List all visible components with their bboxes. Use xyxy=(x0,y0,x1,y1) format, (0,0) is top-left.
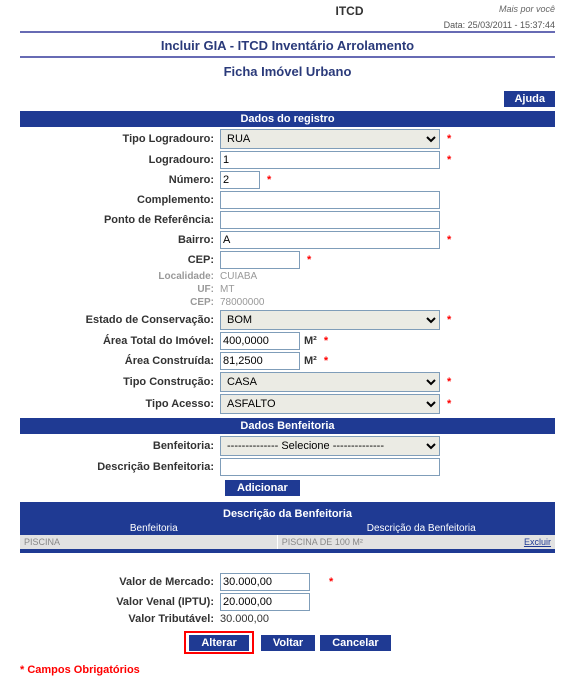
required-icon: * xyxy=(267,174,271,186)
unit-m2: M² xyxy=(304,355,317,367)
alterar-button[interactable]: Alterar xyxy=(189,635,248,651)
label-estado-cons: Estado de Conservação: xyxy=(20,314,220,326)
required-icon: * xyxy=(447,154,451,166)
cell-benfeitoria: PISCINA xyxy=(20,535,277,549)
table-row: PISCINA PISCINA DE 100 M² Excluir xyxy=(20,535,555,549)
th-benfeitoria: Benfeitoria xyxy=(20,522,288,535)
required-icon: * xyxy=(329,576,333,588)
value-cep-ro: 78000000 xyxy=(220,297,265,308)
value-valor-trib: 30.000,00 xyxy=(220,613,555,625)
input-bairro[interactable] xyxy=(220,231,440,249)
input-ponto-ref[interactable] xyxy=(220,211,440,229)
label-desc-benfeitoria: Descrição Benfeitoria: xyxy=(20,461,220,473)
required-icon: * xyxy=(324,355,328,367)
required-icon: * xyxy=(307,254,311,266)
select-tipo-const[interactable]: CASA xyxy=(220,372,440,392)
label-cep-ro: CEP: xyxy=(20,297,220,308)
unit-m2: M² xyxy=(304,335,317,347)
input-desc-benfeitoria[interactable] xyxy=(220,458,440,476)
value-uf: MT xyxy=(220,284,234,295)
input-complemento[interactable] xyxy=(220,191,440,209)
voltar-button[interactable]: Voltar xyxy=(261,635,315,651)
label-valor-trib: Valor Tributável: xyxy=(20,613,220,625)
input-valor-iptu[interactable] xyxy=(220,593,310,611)
label-valor-iptu: Valor Venal (IPTU): xyxy=(20,596,220,608)
section-desc-benfeitoria: Descrição da Benfeitoria xyxy=(20,506,555,522)
label-cep: CEP: xyxy=(20,254,220,266)
page-title: Incluir GIA - ITCD Inventário Arrolament… xyxy=(20,33,555,58)
label-area-total: Área Total do Imóvel: xyxy=(20,335,220,347)
label-tipo-const: Tipo Construção: xyxy=(20,376,220,388)
label-tipo-logradouro: Tipo Logradouro: xyxy=(20,133,220,145)
slogan-text: Mais por você xyxy=(499,4,555,14)
cancelar-button[interactable]: Cancelar xyxy=(320,635,390,651)
page-subtitle: Ficha Imóvel Urbano xyxy=(20,60,555,83)
select-benfeitoria[interactable]: -------------- Selecione -------------- xyxy=(220,436,440,456)
label-bairro: Bairro: xyxy=(20,234,220,246)
input-logradouro[interactable] xyxy=(220,151,440,169)
label-complemento: Complemento: xyxy=(20,194,220,206)
cell-desc: PISCINA DE 100 M² xyxy=(277,535,512,549)
required-icon: * xyxy=(324,335,328,347)
input-numero[interactable] xyxy=(220,171,260,189)
page-date: Data: 25/03/2011 - 15:37:44 xyxy=(20,20,555,30)
excluir-link[interactable]: Excluir xyxy=(524,537,551,547)
adicionar-button[interactable]: Adicionar xyxy=(225,480,300,496)
section-benfeitoria: Dados Benfeitoria xyxy=(20,418,555,434)
label-numero: Número: xyxy=(20,174,220,186)
input-cep[interactable] xyxy=(220,251,300,269)
input-area-total[interactable] xyxy=(220,332,300,350)
select-estado-cons[interactable]: BOM xyxy=(220,310,440,330)
select-tipo-acesso[interactable]: ASFALTO xyxy=(220,394,440,414)
th-desc-benfeitoria: Descrição da Benfeitoria xyxy=(288,522,556,535)
help-button[interactable]: Ajuda xyxy=(504,91,555,107)
label-valor-mercado: Valor de Mercado: xyxy=(20,576,220,588)
table-header: Benfeitoria Descrição da Benfeitoria xyxy=(20,522,555,535)
required-note: * Campos Obrigatórios xyxy=(20,664,555,676)
value-localidade: CUIABA xyxy=(220,271,257,282)
required-icon: * xyxy=(447,314,451,326)
input-area-const[interactable] xyxy=(220,352,300,370)
app-title: ITCD xyxy=(200,4,499,18)
section-registro: Dados do registro xyxy=(20,111,555,127)
required-icon: * xyxy=(447,398,451,410)
label-uf: UF: xyxy=(20,284,220,295)
input-valor-mercado[interactable] xyxy=(220,573,310,591)
label-area-const: Área Construída: xyxy=(20,355,220,367)
label-logradouro: Logradouro: xyxy=(20,154,220,166)
required-icon: * xyxy=(447,376,451,388)
select-tipo-logradouro[interactable]: RUA xyxy=(220,129,440,149)
label-localidade: Localidade: xyxy=(20,271,220,282)
label-tipo-acesso: Tipo Acesso: xyxy=(20,398,220,410)
label-ponto-ref: Ponto de Referência: xyxy=(20,214,220,226)
required-icon: * xyxy=(447,234,451,246)
required-icon: * xyxy=(447,133,451,145)
label-benfeitoria: Benfeitoria: xyxy=(20,440,220,452)
highlight-box: Alterar xyxy=(184,631,253,654)
